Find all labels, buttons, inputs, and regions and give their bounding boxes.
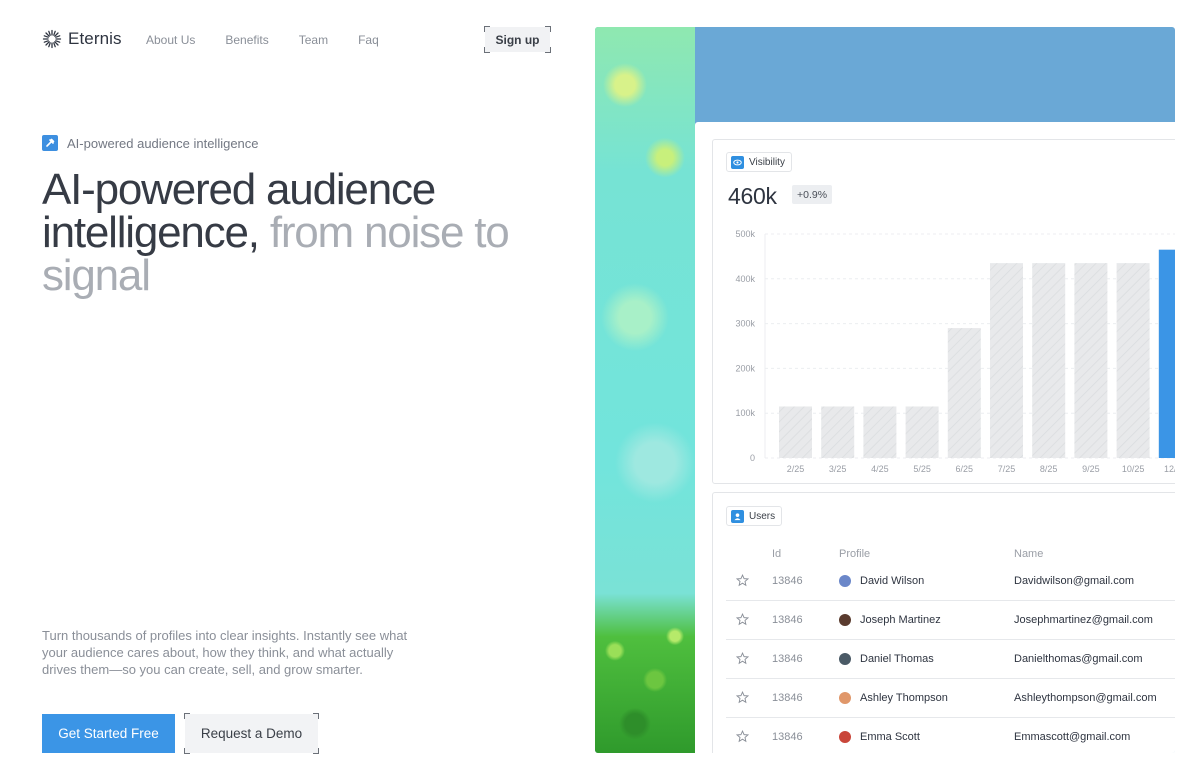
star-icon[interactable] <box>735 651 750 670</box>
visibility-delta-badge: +0.9% <box>792 185 833 204</box>
users-tag-label: Users <box>749 510 776 522</box>
brand-logo[interactable]: Eternis <box>42 29 122 49</box>
x-tick-label: 4/25 <box>871 464 889 474</box>
bar-7-25[interactable] <box>990 263 1023 458</box>
user-id: 13846 <box>772 653 803 665</box>
signup-label: Sign up <box>495 32 540 47</box>
star-icon[interactable] <box>735 573 750 592</box>
hero-badge-text: AI-powered audience intelligence <box>67 135 259 151</box>
avatar <box>839 653 851 665</box>
user-email: Danielthomas@gmail.com <box>1014 653 1143 665</box>
foliage-image <box>595 27 695 753</box>
y-tick-label: 400k <box>735 274 755 284</box>
star-icon[interactable] <box>735 690 750 709</box>
visibility-tag-label: Visibility <box>749 156 785 168</box>
x-tick-label: 7/25 <box>998 464 1016 474</box>
request-demo-label: Request a Demo <box>200 726 303 741</box>
y-tick-label: 300k <box>735 319 755 329</box>
table-row[interactable]: 13846 Joseph Martinez Josephmartinez@gmail… <box>726 601 1175 640</box>
user-icon <box>731 509 744 523</box>
user-id: 13846 <box>772 731 803 743</box>
get-started-button[interactable]: Get Started Free <box>42 714 175 753</box>
user-id: 13846 <box>772 575 803 587</box>
table-row[interactable]: 13846 Emma Scott Emmascott@gmail.com <box>726 718 1175 753</box>
spark-icon <box>42 135 58 151</box>
x-tick-label: 6/25 <box>956 464 974 474</box>
user-profile-name: Ashley Thompson <box>860 692 948 704</box>
bar-12-25[interactable] <box>1158 249 1175 458</box>
star-icon[interactable] <box>735 729 750 748</box>
user-id: 13846 <box>772 614 803 626</box>
nav-link-team[interactable]: Team <box>299 33 328 47</box>
star-icon[interactable] <box>735 612 750 631</box>
avatar <box>839 731 851 743</box>
column-header-id[interactable]: Id <box>772 548 781 560</box>
table-row[interactable]: 13846 Daniel Thomas Danielthomas@gmail.com <box>726 640 1175 679</box>
bar-4-25[interactable] <box>863 406 897 458</box>
y-tick-label: 200k <box>735 363 755 373</box>
user-email: Ashleythompson@gmail.com <box>1014 692 1157 704</box>
eye-icon <box>731 155 744 169</box>
user-id: 13846 <box>772 692 803 704</box>
user-email: Davidwilson@gmail.com <box>1014 575 1134 587</box>
x-tick-label: 8/25 <box>1040 464 1058 474</box>
visibility-tag: Visibility <box>726 152 792 172</box>
users-tag: Users <box>726 506 783 526</box>
bar-3-25[interactable] <box>821 406 855 458</box>
bar-10-25[interactable] <box>1116 263 1150 458</box>
avatar <box>839 692 851 704</box>
main-nav: About Us Benefits Team Faq <box>146 33 379 47</box>
x-tick-label: 12/25 <box>1164 464 1175 474</box>
brand-name: Eternis <box>68 29 122 48</box>
user-profile-name: Daniel Thomas <box>860 653 934 665</box>
visibility-metric: 460k <box>728 183 777 209</box>
column-header-profile[interactable]: Profile <box>839 548 870 560</box>
y-tick-label: 100k <box>735 408 755 418</box>
bar-8-25[interactable] <box>1032 263 1066 458</box>
bar-9-25[interactable] <box>1074 263 1108 458</box>
hero-visual: Visibility 460k +0.9% 0 100k 200k 300k 400k 5… <box>595 27 1175 753</box>
dashboard-preview: Visibility 460k +0.9% 0 100k 200k 300k 400k 5… <box>695 122 1175 753</box>
sunburst-icon <box>42 29 62 49</box>
bar-5-25[interactable] <box>905 406 939 458</box>
y-tick-label: 500k <box>735 229 755 239</box>
nav-link-faq[interactable]: Faq <box>358 33 379 47</box>
column-header-name[interactable]: Name <box>1014 548 1043 560</box>
user-email: Josephmartinez@gmail.com <box>1014 614 1153 626</box>
x-tick-label: 2/25 <box>787 464 805 474</box>
avatar <box>839 614 851 626</box>
visibility-bar-chart: 0 100k 200k 300k 400k 500k 2/25 3/25 4/25 5/25 6/… <box>735 229 1175 474</box>
hero-badge: AI-powered audience intelligence <box>42 135 259 151</box>
user-email: Emmascott@gmail.com <box>1014 731 1131 743</box>
x-tick-label: 3/25 <box>829 464 847 474</box>
user-profile-name: Emma Scott <box>860 731 920 743</box>
request-demo-button[interactable]: Request a Demo <box>184 713 319 754</box>
bar-6-25[interactable] <box>947 328 981 458</box>
nav-link-about-us[interactable]: About Us <box>146 33 195 47</box>
x-tick-label: 10/25 <box>1122 464 1145 474</box>
avatar <box>839 575 851 587</box>
user-profile-name: Joseph Martinez <box>860 614 941 626</box>
bar-2-25[interactable] <box>779 406 812 458</box>
signup-button[interactable]: Sign up <box>484 26 551 53</box>
x-tick-label: 5/25 <box>913 464 931 474</box>
y-tick-label: 0 <box>750 453 755 463</box>
user-profile-name: David Wilson <box>860 575 925 587</box>
visibility-card: Visibility 460k +0.9% 0 100k 200k 300k 400k 5… <box>712 139 1175 484</box>
table-row[interactable]: 13846 David Wilson Davidwilson@gmail.com <box>726 562 1175 601</box>
x-tick-label: 9/25 <box>1082 464 1100 474</box>
users-card: Users Id Profile Name 13846 David Wilson D… <box>712 492 1175 753</box>
table-row[interactable]: 13846 Ashley Thompson Ashleythompson@gmail… <box>726 679 1175 718</box>
hero-description: Turn thousands of profiles into clear in… <box>42 628 408 677</box>
hero-headline: AI-powered audience intelligence, from n… <box>42 168 522 298</box>
nav-link-benefits[interactable]: Benefits <box>225 33 268 47</box>
